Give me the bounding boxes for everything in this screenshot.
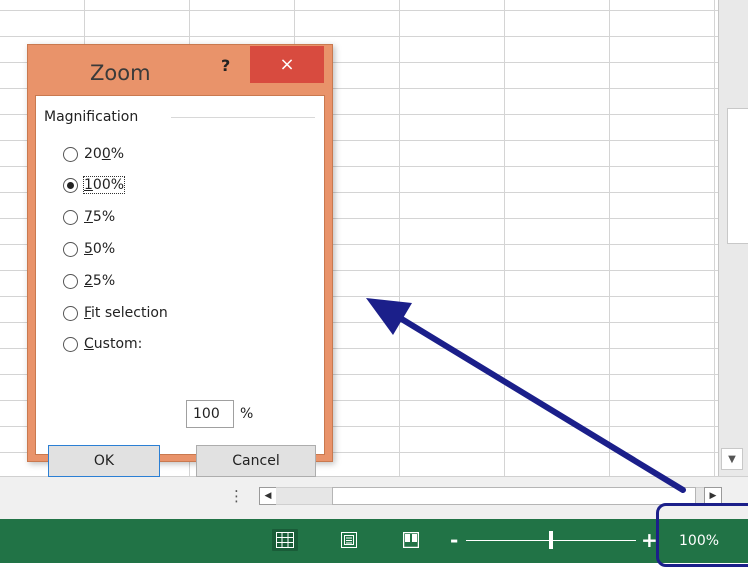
page-break-preview-icon	[403, 532, 419, 548]
normal-view-button[interactable]	[272, 529, 298, 551]
scroll-down-button[interactable]: ▼	[721, 448, 743, 470]
radio-50[interactable]	[63, 241, 78, 257]
custom-zoom-input[interactable]	[186, 400, 234, 428]
radio-25[interactable]	[63, 273, 78, 289]
magnification-group-label: Magnification	[44, 108, 145, 126]
dialog-body: Magnification 200% 100% 75% 50% 25% Fit …	[35, 95, 325, 477]
option-label: 75%	[84, 209, 116, 225]
sheet-tab-bar: ⋮ ◀ ▶	[0, 476, 748, 519]
column-gridline	[399, 0, 400, 476]
option-fit-selection[interactable]: Fit selection	[63, 302, 168, 324]
radio-200[interactable]	[63, 146, 78, 162]
triangle-right-icon: ▶	[709, 491, 717, 501]
option-100[interactable]: 100%	[63, 174, 126, 196]
page-break-preview-button[interactable]	[398, 529, 424, 551]
triangle-left-icon: ◀	[264, 491, 272, 501]
percent-label: %	[240, 406, 254, 422]
close-button[interactable]: ×	[250, 46, 324, 83]
option-label: 25%	[84, 273, 116, 289]
option-200[interactable]: 200%	[63, 143, 124, 165]
normal-view-icon	[276, 532, 294, 548]
scroll-left-button[interactable]: ◀	[259, 487, 277, 505]
radio-75[interactable]	[63, 209, 78, 225]
row-gridline	[0, 10, 718, 11]
option-label: Fit selection	[84, 305, 168, 321]
page-layout-view-icon	[341, 532, 357, 548]
ok-button[interactable]: OK	[48, 445, 160, 477]
option-label: 100%	[82, 176, 126, 194]
option-label: 50%	[84, 241, 116, 257]
page-layout-view-button[interactable]	[336, 529, 362, 551]
zoom-dialog: Zoom ? × Magnification 200% 100% 75% 50%…	[27, 44, 333, 477]
option-50[interactable]: 50%	[63, 238, 115, 260]
column-gridline	[609, 0, 610, 476]
radio-fit-selection[interactable]	[63, 305, 78, 321]
zoom-out-button[interactable]: -	[450, 527, 458, 553]
group-divider	[171, 117, 315, 118]
vertical-scrollbar[interactable]: ▼	[718, 0, 748, 476]
zoom-level-highlight	[656, 503, 748, 567]
horizontal-scroll-thumb[interactable]	[332, 487, 696, 505]
help-button[interactable]: ?	[221, 56, 230, 76]
option-custom[interactable]: Custom:	[63, 333, 142, 355]
radio-100[interactable]	[63, 177, 78, 193]
dialog-title: Zoom	[90, 61, 151, 85]
triangle-down-icon: ▼	[728, 453, 736, 465]
option-25[interactable]: 25%	[63, 270, 115, 292]
tab-split-handle-icon[interactable]: ⋮	[229, 487, 244, 505]
row-gridline	[0, 36, 718, 37]
radio-custom[interactable]	[63, 336, 78, 352]
column-gridline	[714, 0, 715, 476]
cancel-button[interactable]: Cancel	[196, 445, 316, 477]
option-75[interactable]: 75%	[63, 206, 115, 228]
zoom-slider-thumb[interactable]	[549, 531, 553, 549]
close-icon: ×	[279, 54, 295, 75]
status-bar: - + 100%	[0, 519, 748, 563]
column-gridline	[504, 0, 505, 476]
option-label: 200%	[84, 146, 125, 162]
option-label: Custom:	[84, 336, 143, 352]
vertical-scroll-thumb[interactable]	[727, 108, 748, 244]
